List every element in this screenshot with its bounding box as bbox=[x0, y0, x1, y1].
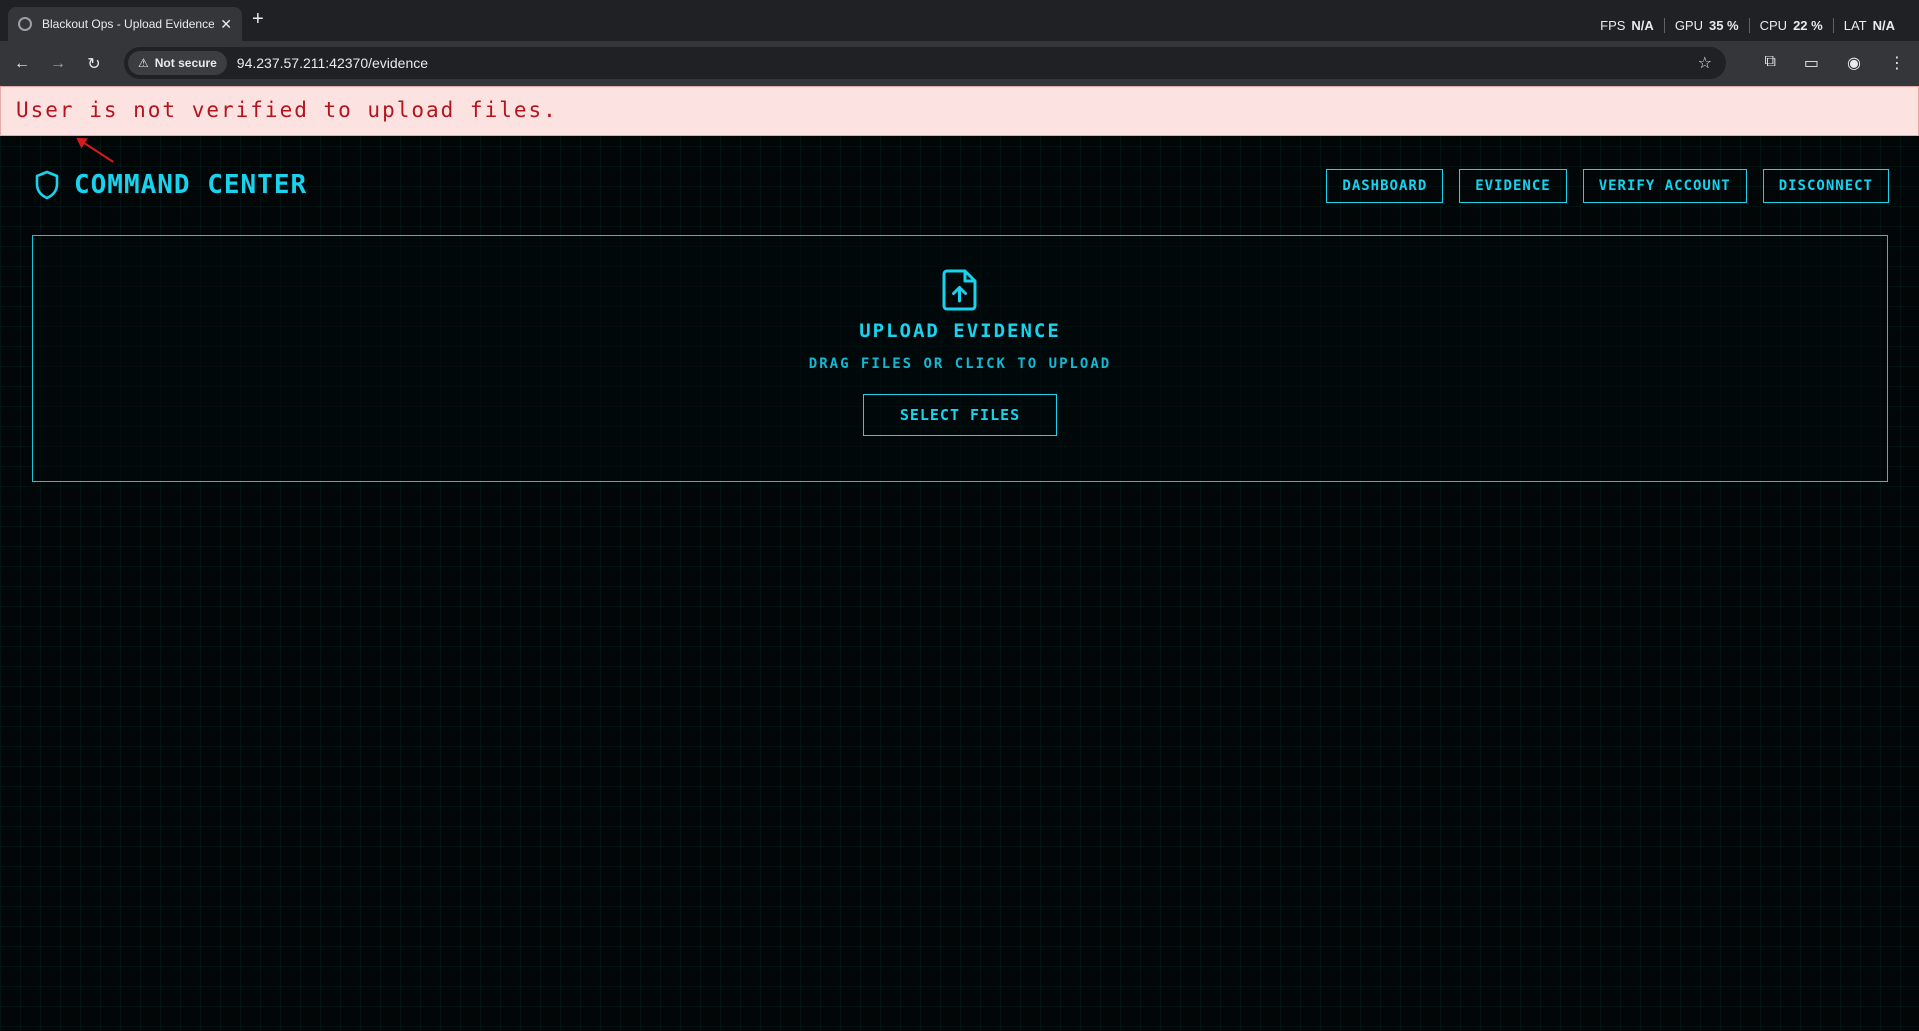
shield-icon bbox=[35, 170, 59, 200]
back-arrow-icon[interactable]: ← bbox=[4, 55, 40, 73]
warning-icon: ⚠ bbox=[138, 56, 149, 70]
url-text[interactable]: 94.237.57.211:42370/evidence bbox=[237, 55, 428, 71]
browser-tab-bar: Blackout Ops - Upload Evidence ✕ + FPS N/… bbox=[0, 0, 1919, 41]
tab-close-icon[interactable]: ✕ bbox=[220, 16, 232, 33]
upload-subtitle: DRAG FILES OR CLICK TO UPLOAD bbox=[808, 356, 1112, 372]
bookmark-star-icon[interactable]: ☆ bbox=[1698, 53, 1712, 73]
nav-dashboard-button[interactable]: DASHBOARD bbox=[1326, 169, 1444, 203]
forward-arrow-icon[interactable]: → bbox=[40, 55, 76, 73]
nav-evidence-button[interactable]: EVIDENCE bbox=[1459, 169, 1567, 203]
perf-fps: FPS N/A bbox=[1600, 18, 1654, 33]
toolbar-icons: ⧉ ▭ ◉ ⋮ bbox=[1764, 53, 1905, 73]
reload-icon[interactable]: ↻ bbox=[76, 54, 112, 74]
browser-toolbar: ← → ↻ ⚠ Not secure 94.237.57.211:42370/e… bbox=[0, 41, 1919, 86]
address-bar[interactable]: ⚠ Not secure 94.237.57.211:42370/evidenc… bbox=[124, 47, 1726, 79]
brand: COMMAND CENTER bbox=[34, 170, 307, 200]
upload-dropzone[interactable]: UPLOAD EVIDENCE DRAG FILES OR CLICK TO U… bbox=[32, 235, 1888, 482]
performance-overlay: FPS N/A GPU 35 % CPU 22 % LAT N/A bbox=[1590, 18, 1905, 33]
file-upload-icon bbox=[942, 269, 977, 311]
nav-disconnect-button[interactable]: DISCONNECT bbox=[1762, 169, 1889, 203]
nav-verify-account-button[interactable]: VERIFY ACCOUNT bbox=[1582, 169, 1747, 203]
page-content: User is not verified to upload files. CO… bbox=[0, 86, 1919, 1031]
perf-lat: LAT N/A bbox=[1832, 18, 1905, 33]
globe-icon bbox=[18, 17, 32, 31]
annotation-arrow-icon bbox=[77, 138, 114, 163]
tab-title: Blackout Ops - Upload Evidence bbox=[42, 17, 215, 31]
profile-icon[interactable]: ◉ bbox=[1847, 53, 1861, 73]
extensions-icon[interactable]: ⧉ bbox=[1764, 53, 1775, 73]
upload-title: UPLOAD EVIDENCE bbox=[859, 320, 1061, 342]
new-tab-button[interactable]: + bbox=[252, 8, 264, 31]
perf-cpu: CPU 22 % bbox=[1748, 18, 1833, 33]
error-alert: User is not verified to upload files. bbox=[0, 86, 1919, 136]
select-files-button[interactable]: SELECT FILES bbox=[863, 394, 1057, 436]
menu-kebab-icon[interactable]: ⋮ bbox=[1889, 53, 1905, 73]
cast-search-icon[interactable]: ▭ bbox=[1804, 53, 1819, 73]
security-indicator[interactable]: ⚠ Not secure bbox=[128, 51, 227, 75]
perf-gpu: GPU 35 % bbox=[1663, 18, 1749, 33]
brand-title: COMMAND CENTER bbox=[74, 170, 308, 200]
browser-tab[interactable]: Blackout Ops - Upload Evidence ✕ bbox=[8, 7, 242, 41]
main-nav: DASHBOARD EVIDENCE VERIFY ACCOUNT DISCON… bbox=[1326, 169, 1889, 203]
